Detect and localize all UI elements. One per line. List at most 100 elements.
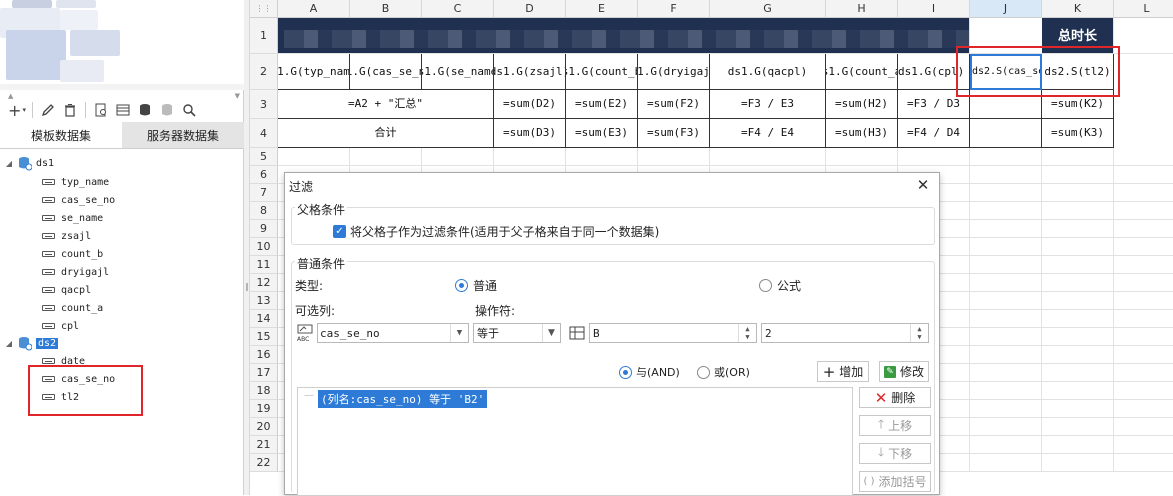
empty-cell[interactable] (970, 148, 1042, 166)
empty-cell[interactable] (278, 148, 350, 166)
empty-cell[interactable] (1114, 220, 1173, 238)
empty-cell[interactable] (1114, 382, 1173, 400)
empty-cell[interactable] (1042, 274, 1114, 292)
empty-cell[interactable] (1042, 328, 1114, 346)
empty-cell[interactable] (970, 454, 1042, 472)
empty-cell[interactable] (1114, 346, 1173, 364)
cell-f4[interactable]: =sum(F3) (638, 119, 710, 148)
column-header[interactable]: A (278, 0, 350, 18)
cell-i4[interactable]: =F4 / D4 (898, 119, 970, 148)
operator-select[interactable]: 等于 ▼ (473, 323, 561, 343)
column-header[interactable]: C (422, 0, 494, 18)
empty-cell[interactable] (1042, 364, 1114, 382)
row-header[interactable]: 2 (250, 54, 278, 90)
empty-cell[interactable] (970, 418, 1042, 436)
empty-cell[interactable] (1042, 238, 1114, 256)
column-header[interactable]: I (898, 0, 970, 18)
row-header[interactable]: 7 (250, 184, 278, 202)
cell-f3[interactable]: =sum(F2) (638, 90, 710, 119)
column-header[interactable]: E (566, 0, 638, 18)
empty-cell[interactable] (970, 364, 1042, 382)
parent-condition-checkbox[interactable]: ✓ 将父格子作为过滤条件(适用于父子格来自于同一个数据集) (333, 223, 659, 240)
tree-field[interactable]: count_b (42, 245, 103, 263)
empty-cell[interactable] (1114, 454, 1173, 472)
cell-a2[interactable]: ds1.G(typ_name) (278, 54, 350, 90)
condition-list[interactable]: — (列名:cas_se_no) 等于 'B2' (297, 387, 853, 496)
cell-e3[interactable]: =sum(E2) (566, 90, 638, 119)
database-icon[interactable] (134, 99, 156, 121)
row-header[interactable]: 3 (250, 90, 278, 119)
empty-cell[interactable] (826, 148, 898, 166)
column-header[interactable]: D (494, 0, 566, 18)
row-header[interactable]: 12 (250, 274, 278, 292)
row-header[interactable]: 8 (250, 202, 278, 220)
row-header[interactable]: 21 (250, 436, 278, 454)
empty-cell[interactable] (1114, 400, 1173, 418)
empty-cell[interactable] (970, 310, 1042, 328)
empty-cell[interactable] (1114, 238, 1173, 256)
cell-l1[interactable] (1114, 18, 1173, 54)
column-select[interactable]: cas_se_no ▼ (317, 323, 469, 343)
checkbox-checked-icon[interactable]: ✓ (333, 225, 346, 238)
add-bracket-button[interactable]: ( ) 添加括号 (859, 471, 931, 492)
empty-cell[interactable] (1042, 256, 1114, 274)
tab-template-datasets[interactable]: 模板数据集 (0, 122, 122, 148)
tree-field[interactable]: qacpl (42, 281, 91, 299)
cell-picker-icon[interactable] (567, 323, 587, 343)
empty-cell[interactable] (970, 400, 1042, 418)
empty-cell[interactable] (1114, 274, 1173, 292)
empty-cell[interactable] (1114, 418, 1173, 436)
empty-cell[interactable] (1114, 256, 1173, 274)
empty-cell[interactable] (1042, 166, 1114, 184)
cell-g2[interactable]: ds1.G(qacpl) (710, 54, 826, 90)
empty-cell[interactable] (970, 292, 1042, 310)
tree-field[interactable]: typ_name (42, 173, 109, 191)
empty-cell[interactable] (1042, 292, 1114, 310)
radio-selected-icon[interactable] (619, 365, 632, 379)
move-up-button[interactable]: 🡑 上移 (859, 415, 931, 436)
empty-cell[interactable] (970, 238, 1042, 256)
cell-a3[interactable]: =A2 + "汇总" (278, 90, 494, 119)
column-header[interactable]: J (970, 0, 1042, 18)
cell-j4[interactable] (970, 119, 1042, 148)
empty-cell[interactable] (1042, 202, 1114, 220)
cell-d3[interactable]: =sum(D2) (494, 90, 566, 119)
tree-field[interactable]: cpl (42, 317, 79, 335)
empty-cell[interactable] (1114, 184, 1173, 202)
row-header[interactable]: 19 (250, 400, 278, 418)
row-header[interactable]: 17 (250, 364, 278, 382)
add-icon[interactable]: + ▾ (6, 99, 28, 121)
chevron-down-icon[interactable]: ▼ (450, 324, 468, 342)
spinner-icon[interactable]: ▲ ▼ (738, 324, 756, 342)
row-header[interactable]: 15 (250, 328, 278, 346)
chevron-down-icon[interactable]: ▼ (542, 324, 560, 342)
cell-g4[interactable]: =F4 / E4 (710, 119, 826, 148)
delete-button[interactable]: ✕ 删除 (859, 387, 931, 408)
empty-cell[interactable] (970, 202, 1042, 220)
empty-cell[interactable] (1114, 436, 1173, 454)
empty-cell[interactable] (1042, 148, 1114, 166)
row-header[interactable]: 10 (250, 238, 278, 256)
empty-cell[interactable] (638, 148, 710, 166)
empty-cell[interactable] (494, 148, 566, 166)
empty-cell[interactable] (1114, 310, 1173, 328)
condition-item[interactable]: (列名:cas_se_no) 等于 'B2' (318, 390, 488, 408)
add-button[interactable]: + 增加 (817, 361, 869, 382)
empty-cell[interactable] (1042, 436, 1114, 454)
empty-cell[interactable] (1042, 382, 1114, 400)
tree-node-ds1[interactable]: ◢ ds1 (4, 154, 54, 172)
empty-cell[interactable] (1114, 292, 1173, 310)
dataset-list-icon[interactable] (112, 99, 134, 121)
cell-b2[interactable]: ds1.G(cas_se_no) (350, 54, 422, 90)
empty-cell[interactable] (970, 220, 1042, 238)
row-header[interactable]: 13 (250, 292, 278, 310)
empty-cell[interactable] (1042, 220, 1114, 238)
edit-icon[interactable] (37, 99, 59, 121)
cell-f2[interactable]: ds1.G(dryigajl) (638, 54, 710, 90)
preview-icon[interactable] (90, 99, 112, 121)
empty-cell[interactable] (710, 148, 826, 166)
cell-a4[interactable]: 合计 (278, 119, 494, 148)
column-header[interactable]: H (826, 0, 898, 18)
empty-cell[interactable] (898, 148, 970, 166)
logic-and-radio[interactable]: 与(AND) (619, 364, 680, 380)
